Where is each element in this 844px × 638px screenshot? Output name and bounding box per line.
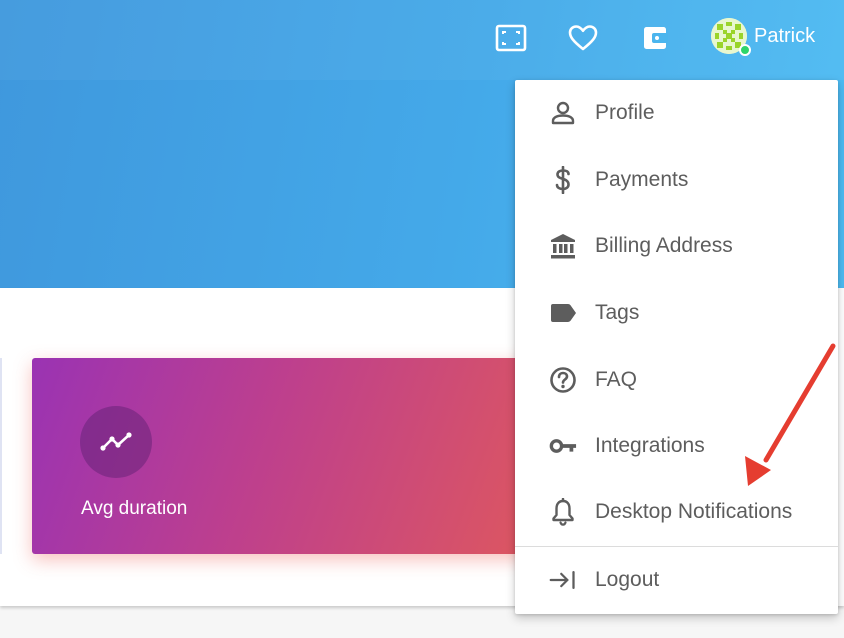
- menu-item-label: Billing Address: [595, 234, 733, 257]
- menu-item-billing-address[interactable]: Billing Address: [515, 213, 838, 279]
- adjacent-card-edge: [0, 358, 2, 554]
- menu-item-faq[interactable]: FAQ: [515, 347, 838, 413]
- trending-icon: [80, 406, 152, 478]
- tag-icon: [549, 299, 577, 327]
- bank-icon: [549, 232, 577, 260]
- online-status-indicator: [739, 44, 751, 56]
- menu-item-label: Integrations: [595, 434, 705, 457]
- menu-item-label: Logout: [595, 568, 660, 591]
- menu-item-integrations[interactable]: Integrations: [515, 413, 838, 479]
- menu-item-desktop-notifications[interactable]: Desktop Notifications: [515, 479, 838, 545]
- wallet-icon[interactable]: [637, 20, 673, 56]
- logout-icon: [549, 566, 577, 594]
- key-icon: [549, 432, 577, 460]
- user-name[interactable]: Patrick: [754, 25, 815, 48]
- avg-duration-card[interactable]: Avg duration: [32, 358, 532, 554]
- card-label: Avg duration: [81, 498, 188, 519]
- menu-item-label: Tags: [595, 301, 640, 324]
- menu-item-label: Payments: [595, 168, 689, 191]
- dollar-icon: [549, 166, 577, 194]
- heart-icon[interactable]: [565, 20, 601, 56]
- top-navbar: Patrick: [0, 0, 844, 80]
- menu-item-payments[interactable]: Payments: [515, 147, 838, 213]
- menu-item-label: Profile: [595, 101, 655, 124]
- person-icon: [549, 99, 577, 127]
- help-circle-icon: [549, 366, 577, 394]
- bell-icon: [549, 498, 577, 526]
- user-dropdown-menu: Profile Payments Billing Address Tags FA…: [515, 80, 838, 614]
- menu-item-logout[interactable]: Logout: [515, 547, 838, 613]
- menu-item-label: FAQ: [595, 368, 638, 391]
- menu-item-profile[interactable]: Profile: [515, 80, 838, 146]
- fullscreen-icon[interactable]: [493, 20, 529, 56]
- menu-item-tags[interactable]: Tags: [515, 280, 838, 346]
- menu-item-label: Desktop Notifications: [595, 500, 793, 523]
